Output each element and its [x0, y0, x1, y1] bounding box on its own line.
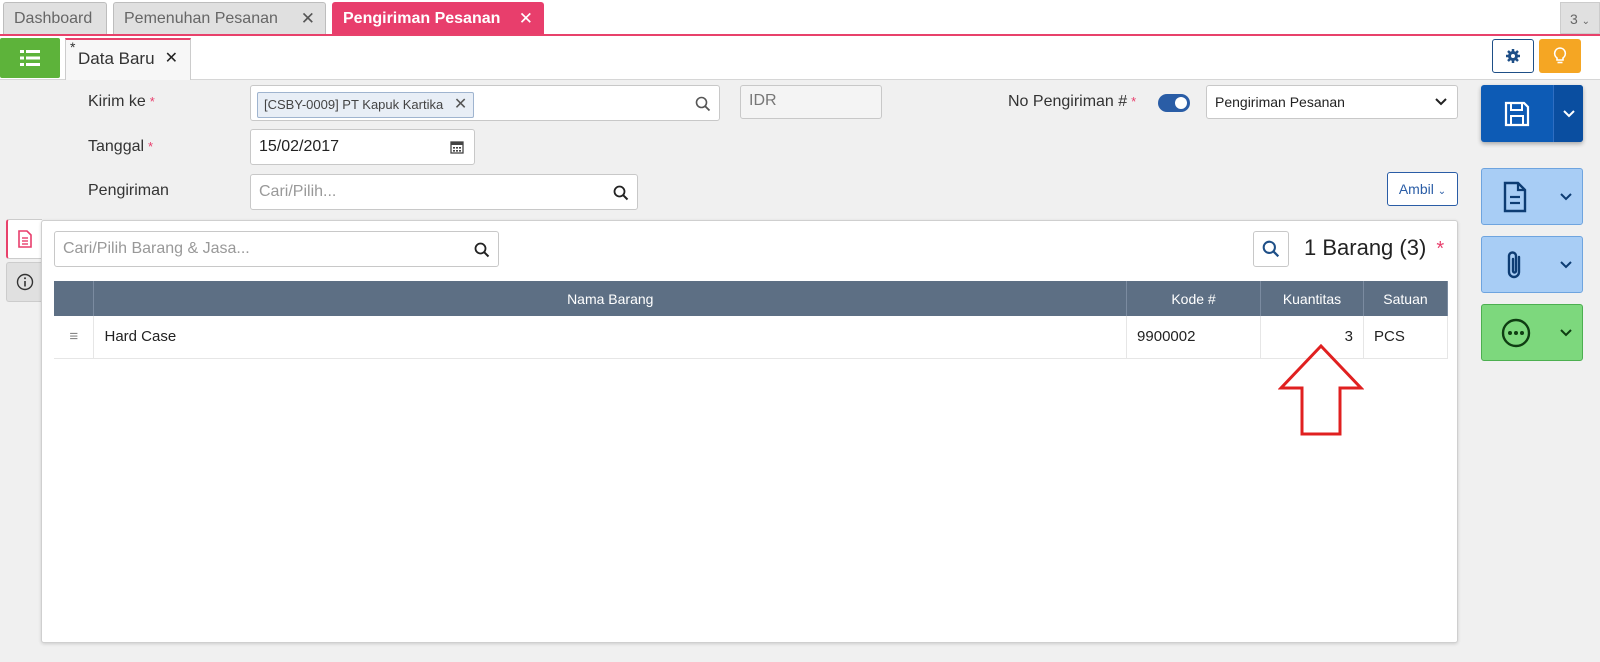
- close-icon[interactable]: ✕: [301, 3, 315, 35]
- items-panel: Cari/Pilih Barang & Jasa... 1 Barang (3)…: [41, 220, 1458, 643]
- remove-chip-icon[interactable]: ✕: [454, 93, 467, 117]
- column-header-handle: [54, 281, 95, 316]
- no-pengiriman-select[interactable]: Pengiriman Pesanan: [1206, 85, 1458, 119]
- ambil-label: Ambil: [1398, 181, 1434, 197]
- floppy-disk-icon: [1504, 101, 1530, 126]
- list-menu-button[interactable]: [0, 38, 60, 78]
- required-mark: *: [1436, 238, 1445, 260]
- list-icon: [20, 50, 40, 66]
- cell-satuan[interactable]: PCS: [1363, 316, 1449, 359]
- column-header-kode[interactable]: Kode #: [1126, 281, 1262, 316]
- table-row[interactable]: ≡ Hard Case 9900002 3 PCS: [54, 316, 1449, 359]
- print-button[interactable]: [1481, 168, 1583, 225]
- more-actions-button[interactable]: [1481, 304, 1583, 361]
- label-text: Tanggal: [88, 138, 145, 155]
- customer-chip: [CSBY-0009] PT Kapuk Kartika ✕: [257, 92, 475, 118]
- tab-label: Pengiriman Pesanan: [343, 10, 501, 27]
- table-header-row: Nama Barang Kode # Kuantitas Satuan: [54, 281, 1449, 316]
- side-tab-details[interactable]: [6, 219, 42, 259]
- item-count: 1 Barang (3) *: [1304, 235, 1444, 261]
- drag-handle-icon[interactable]: ≡: [54, 316, 95, 359]
- more-dots-icon: [1501, 318, 1531, 348]
- doc-tab-label: Data Baru: [78, 49, 155, 68]
- doc-tab-data-baru[interactable]: * Data Baru ✕: [65, 38, 191, 80]
- chevron-down-icon: [1560, 329, 1572, 337]
- close-icon[interactable]: ✕: [165, 40, 178, 78]
- column-header-nama-barang[interactable]: Nama Barang: [93, 281, 1128, 316]
- chevron-down-icon: ⌄: [1581, 16, 1591, 27]
- unsaved-mark: *: [70, 39, 76, 55]
- settings-button[interactable]: [1492, 39, 1534, 73]
- ambil-button[interactable]: Ambil ⌄: [1387, 172, 1458, 206]
- column-header-kuantitas[interactable]: Kuantitas: [1260, 281, 1364, 316]
- save-button[interactable]: [1481, 85, 1553, 142]
- required-mark: *: [1131, 94, 1137, 109]
- placeholder-text: Cari/Pilih Barang & Jasa...: [63, 240, 250, 257]
- tab-dashboard[interactable]: Dashboard: [3, 2, 107, 34]
- attachment-button[interactable]: [1481, 236, 1583, 293]
- tab-label: Dashboard: [14, 10, 93, 27]
- chevron-down-icon: [1562, 109, 1575, 117]
- search-icon: [1262, 240, 1280, 258]
- lightbulb-icon: [1553, 47, 1567, 64]
- chevron-down-icon: [1560, 193, 1572, 201]
- column-header-satuan[interactable]: Satuan: [1363, 281, 1449, 316]
- annotation-up-arrow: [1278, 344, 1364, 436]
- label-text: Pengiriman: [88, 182, 169, 199]
- label-text: Kirim ke: [88, 93, 146, 110]
- cell-kode[interactable]: 9900002: [1126, 316, 1262, 359]
- tips-button[interactable]: [1539, 39, 1581, 73]
- chevron-down-icon: [1435, 98, 1447, 106]
- required-mark: *: [148, 139, 154, 154]
- search-icon[interactable]: [613, 185, 629, 201]
- document-toolbar: * Data Baru ✕: [0, 36, 1600, 80]
- tab-pengiriman-pesanan[interactable]: Pengiriman Pesanan ✕: [332, 2, 544, 34]
- date-value: 15/02/2017: [259, 138, 340, 155]
- currency-field: IDR: [740, 85, 882, 119]
- side-tab-info[interactable]: [6, 262, 42, 302]
- tab-pemenuhan-pesanan[interactable]: Pemenuhan Pesanan ✕: [113, 2, 326, 34]
- kirim-ke-label: Kirim ke *: [88, 93, 155, 111]
- gear-icon: [1506, 49, 1520, 63]
- calendar-icon[interactable]: [450, 140, 464, 154]
- item-search-input[interactable]: Cari/Pilih Barang & Jasa...: [54, 231, 499, 267]
- paperclip-icon: [1507, 251, 1521, 279]
- chip-label: [CSBY-0009] PT Kapuk Kartika: [264, 97, 444, 112]
- tab-count: 3: [1569, 11, 1578, 27]
- toggle-knob: [1175, 97, 1187, 109]
- document-icon: [18, 230, 32, 248]
- pengiriman-field[interactable]: Cari/Pilih...: [250, 174, 638, 210]
- placeholder-text: Cari/Pilih...: [259, 183, 337, 200]
- pengiriman-label: Pengiriman: [88, 182, 169, 200]
- currency-value: IDR: [749, 92, 777, 109]
- no-pengiriman-label: No Pengiriman # *: [1008, 93, 1136, 111]
- tab-count-dropdown[interactable]: 3 ⌄: [1560, 2, 1600, 34]
- top-tab-bar: Dashboard Pemenuhan Pesanan ✕ Pengiriman…: [0, 0, 1600, 36]
- required-mark: *: [149, 94, 155, 109]
- save-options-dropdown[interactable]: [1553, 85, 1583, 142]
- items-table: Nama Barang Kode # Kuantitas Satuan ≡ Ha…: [54, 281, 1449, 359]
- save-button-group: [1481, 85, 1583, 142]
- search-icon[interactable]: [474, 242, 490, 258]
- search-items-button[interactable]: [1253, 231, 1289, 267]
- search-icon[interactable]: [695, 96, 711, 112]
- label-text: No Pengiriman #: [1008, 93, 1128, 110]
- tanggal-label: Tanggal *: [88, 138, 153, 156]
- info-icon: [16, 273, 33, 291]
- kirim-ke-field[interactable]: [CSBY-0009] PT Kapuk Kartika ✕: [250, 85, 720, 121]
- close-icon[interactable]: ✕: [519, 3, 533, 35]
- tanggal-field[interactable]: 15/02/2017: [250, 129, 475, 165]
- cell-nama-barang[interactable]: Hard Case: [93, 316, 1128, 359]
- chevron-down-icon: [1560, 261, 1572, 269]
- item-count-text: 1 Barang (3): [1304, 235, 1427, 260]
- chevron-down-icon: ⌄: [1437, 186, 1447, 197]
- auto-number-toggle[interactable]: [1158, 94, 1190, 112]
- document-icon: [1503, 181, 1527, 213]
- select-value: Pengiriman Pesanan: [1215, 94, 1345, 110]
- tab-label: Pemenuhan Pesanan: [124, 10, 278, 27]
